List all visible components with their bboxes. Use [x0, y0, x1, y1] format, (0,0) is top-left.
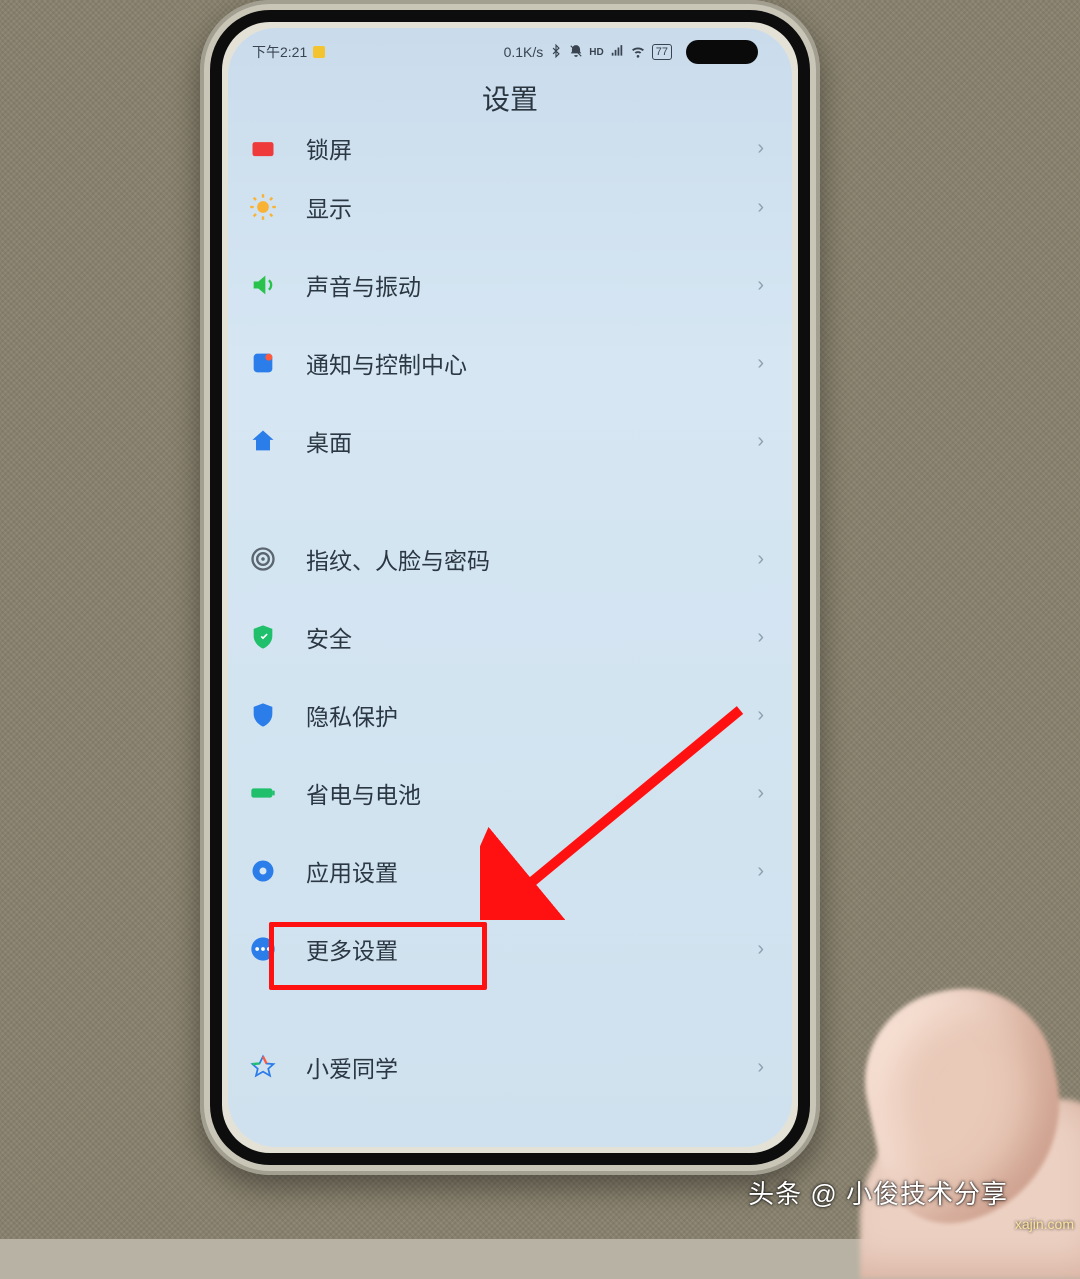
status-time: 下午2:21 [252, 42, 307, 62]
settings-item-home[interactable]: 桌面 › [240, 402, 780, 480]
battery-level: 77 [656, 46, 668, 58]
phone-screen: 下午2:21 0.1K/s HD 77 [228, 28, 792, 1147]
phone-frame: 下午2:21 0.1K/s HD 77 [200, 0, 820, 1175]
status-net-speed: 0.1K/s [504, 44, 544, 60]
settings-item-label: 省电与电池 [306, 776, 421, 810]
status-bar: 下午2:21 0.1K/s HD 77 [252, 38, 672, 66]
settings-item-label: 指纹、人脸与密码 [306, 542, 490, 576]
chevron-right-icon: › [757, 860, 764, 883]
hd-icon: HD [589, 47, 603, 58]
home-icon [246, 424, 280, 458]
section-gap [240, 480, 780, 520]
settings-item-label: 桌面 [306, 424, 352, 458]
privacy-icon [246, 698, 280, 732]
settings-item-label: 通知与控制中心 [306, 346, 467, 380]
settings-item-label: 应用设置 [306, 854, 398, 888]
lockscreen-icon [246, 131, 280, 165]
settings-item-label: 锁屏 [306, 131, 352, 165]
fingerprint-icon [246, 542, 280, 576]
dnd-icon [569, 44, 583, 61]
chevron-right-icon: › [757, 196, 764, 219]
battery-indicator: 77 [652, 44, 672, 60]
battery-icon [246, 776, 280, 810]
wifi-icon [630, 43, 646, 62]
settings-item-battery[interactable]: 省电与电池 › [240, 754, 780, 832]
bluetooth-icon [549, 44, 563, 61]
settings-item-privacy[interactable]: 隐私保护 › [240, 676, 780, 754]
chevron-right-icon: › [757, 274, 764, 297]
settings-item-biometrics[interactable]: 指纹、人脸与密码 › [240, 520, 780, 598]
chevron-right-icon: › [757, 430, 764, 453]
ai-assistant-icon [246, 1050, 280, 1084]
settings-item-more[interactable]: 更多设置 › [240, 910, 780, 988]
shield-icon [246, 620, 280, 654]
watermark-text: 头条 @ 小俊技术分享 [748, 1174, 1008, 1211]
settings-item-label: 安全 [306, 620, 352, 654]
chevron-right-icon: › [757, 1056, 764, 1079]
chevron-right-icon: › [757, 782, 764, 805]
settings-item-lockscreen[interactable]: 锁屏 › [240, 128, 780, 168]
settings-item-label: 更多设置 [306, 932, 398, 966]
chevron-right-icon: › [757, 704, 764, 727]
chevron-right-icon: › [757, 352, 764, 375]
chevron-right-icon: › [757, 137, 764, 160]
settings-item-label: 隐私保护 [306, 698, 398, 732]
gear-icon [246, 854, 280, 888]
front-camera-cutout [686, 40, 758, 64]
settings-item-sound[interactable]: 声音与振动 › [240, 246, 780, 324]
display-icon [246, 190, 280, 224]
status-chip-icon [313, 46, 325, 58]
settings-item-security[interactable]: 安全 › [240, 598, 780, 676]
page-title: 设置 [228, 78, 792, 118]
notifications-icon [246, 346, 280, 380]
chevron-right-icon: › [757, 626, 764, 649]
signal-icon [610, 44, 624, 61]
sound-icon [246, 268, 280, 302]
settings-item-xiaoai[interactable]: 小爱同学 › [240, 1028, 780, 1106]
settings-item-label: 显示 [306, 190, 352, 224]
settings-item-label: 小爱同学 [306, 1050, 398, 1084]
section-gap [240, 988, 780, 1028]
settings-item-display[interactable]: 显示 › [240, 168, 780, 246]
settings-item-apps[interactable]: 应用设置 › [240, 832, 780, 910]
settings-list: 锁屏 › 显示 › 声音与振动 › 通知 [240, 128, 780, 1147]
more-icon [246, 932, 280, 966]
chevron-right-icon: › [757, 938, 764, 961]
chevron-right-icon: › [757, 548, 764, 571]
settings-item-label: 声音与振动 [306, 268, 421, 302]
site-watermark: xajin.com [1015, 1216, 1074, 1233]
settings-item-notifications[interactable]: 通知与控制中心 › [240, 324, 780, 402]
